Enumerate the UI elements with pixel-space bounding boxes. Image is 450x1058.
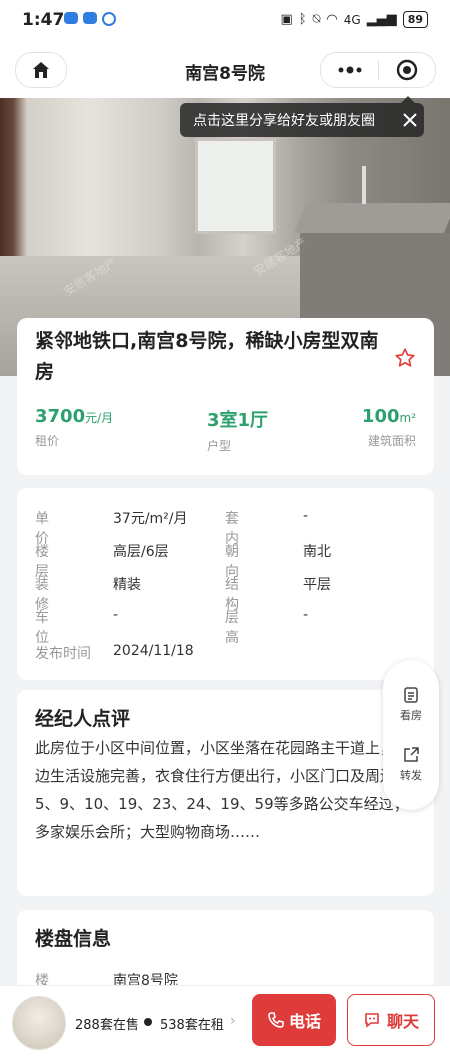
favorite-star-icon[interactable]: [394, 347, 416, 369]
listing-title: 紧邻地铁口,南宫8号院，稀缺小房型双南房: [35, 330, 379, 383]
clipboard-icon: [404, 687, 418, 703]
estate-info-title: 楼盘信息: [35, 928, 112, 950]
target-icon: [396, 59, 418, 81]
cloud-icon: [83, 12, 97, 24]
area-label: 建筑面积: [367, 434, 416, 448]
detail-value: 高层/6层: [113, 544, 169, 560]
wifi-icon: ◠: [326, 12, 338, 27]
forward-label: 转发: [400, 769, 422, 782]
close-mini-program-button[interactable]: [379, 53, 435, 87]
detail-value: -: [303, 508, 309, 524]
agent-avatar[interactable]: [12, 996, 66, 1050]
share-tooltip-text: 点击这里分享给好友或朋友圈: [193, 113, 375, 129]
photo-tap: [362, 166, 366, 204]
nav-bar: 南宫8号院: [0, 40, 450, 98]
status-right: ▣ ᛒ ⍉ ◠ 4G ▂▄▆ 89: [280, 11, 428, 28]
for-sale-count[interactable]: 288套在售: [75, 1014, 139, 1033]
cloud-icon: [64, 12, 78, 24]
chevron-right-icon: ›: [230, 1013, 236, 1029]
mute-icon: ⍉: [312, 12, 321, 27]
area-unit: m²: [399, 411, 417, 425]
status-bar: 1:47 ▣ ᛒ ⍉ ◠ 4G ▂▄▆ 89: [0, 0, 450, 40]
details-card: 单 价 37元/m²/月 套 内 - 楼 层 高层/6层 朝 向 南北 装 修 …: [17, 488, 434, 680]
rent-value: 3700: [35, 406, 86, 427]
stat-layout: 3室1厅 户型: [207, 406, 268, 454]
bottom-action-bar: 288套在售 538套在租 › 电话 聊天: [0, 985, 450, 1058]
floating-action-panel: 看房 转发: [383, 660, 439, 810]
detail-value: 南北: [303, 544, 331, 560]
chat-label: 聊天: [386, 1012, 419, 1031]
share-tooltip-close-button[interactable]: [396, 106, 424, 134]
view-house-label: 看房: [400, 709, 422, 722]
for-rent-count[interactable]: 538套在租: [160, 1014, 224, 1033]
share-icon: [404, 747, 419, 762]
detail-label: 发布时间: [35, 646, 91, 662]
detail-value: -: [303, 607, 309, 623]
photo-window: [195, 138, 276, 234]
rent-unit: 元/月: [85, 411, 114, 425]
more-button[interactable]: [321, 53, 378, 87]
more-icon: [338, 66, 361, 74]
forward-button[interactable]: 转发: [383, 746, 439, 783]
detail-value: -: [113, 607, 119, 623]
photo-counter: [293, 203, 450, 233]
detail-value: 37元/m²/月: [113, 511, 188, 527]
share-tooltip: 点击这里分享给好友或朋友圈: [180, 96, 424, 137]
agent-review-card: 经纪人点评 此房位于小区中间位置，小区坐落在花园路主干道上，周边生活设施完善，衣…: [17, 690, 434, 896]
signal-label: 4G: [343, 12, 361, 27]
chat-button[interactable]: 聊天: [347, 994, 435, 1046]
chat-bubble-icon: [365, 1013, 379, 1028]
separator-dot: [144, 1018, 152, 1026]
detail-label: 车 位: [35, 610, 63, 646]
area-value: 100: [361, 406, 400, 427]
detail-value: 平层: [303, 577, 331, 593]
rent-label: 租价: [35, 434, 60, 448]
status-time: 1:47: [22, 10, 65, 30]
phone-icon: [268, 1012, 284, 1028]
cell-signal-icon: ▂▄▆: [366, 12, 397, 27]
nfc-icon: ▣: [280, 12, 293, 27]
view-house-button[interactable]: 看房: [383, 686, 439, 723]
close-icon: [403, 113, 417, 127]
agent-review-title: 经纪人点评: [35, 708, 131, 730]
tooltip-arrow: [401, 96, 415, 103]
bluetooth-icon: ᛒ: [298, 12, 307, 27]
listing-summary-card: 紧邻地铁口,南宫8号院，稀缺小房型双南房 3700元/月 租价 3室1厅 户型 …: [17, 318, 434, 475]
stat-area: 100m² 建筑面积: [362, 406, 416, 449]
detail-value: 2024/11/18: [113, 643, 194, 659]
detail-label: 层 高: [225, 610, 253, 646]
stat-rent: 3700元/月 租价: [35, 406, 113, 449]
layout-label: 户型: [207, 439, 232, 453]
notification-icons: [64, 12, 116, 26]
layout-value: 3室1厅: [207, 410, 269, 431]
battery-indicator: 89: [402, 11, 428, 28]
call-button[interactable]: 电话: [252, 994, 336, 1046]
detail-value: 精装: [113, 577, 141, 593]
app-notification-icon: [102, 12, 116, 26]
mini-program-capsule: [320, 52, 436, 88]
agent-review-text: 此房位于小区中间位置，小区坐落在花园路主干道上，周边生活设施完善，衣食住行方便出…: [35, 739, 411, 841]
call-label: 电话: [288, 1012, 321, 1031]
